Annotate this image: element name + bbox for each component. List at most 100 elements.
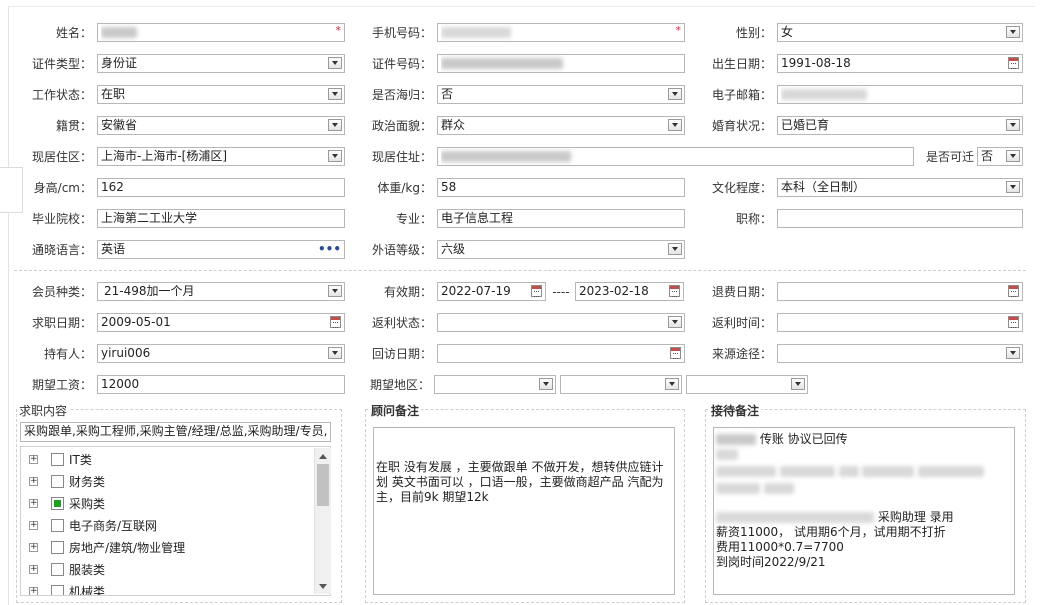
expand-icon[interactable]: + — [29, 565, 38, 574]
birth-date-field[interactable]: 1991-08-18 — [777, 54, 1023, 73]
phone-label: 手机号码： — [371, 26, 432, 40]
holder-select[interactable]: yirui006 — [97, 344, 345, 363]
expand-icon[interactable]: + — [29, 477, 38, 486]
relocate-label: 是否可迁 — [925, 150, 974, 164]
education-label: 文化程度： — [711, 181, 772, 195]
education-select[interactable]: 本科（全日制） — [777, 178, 1023, 197]
calendar-icon[interactable] — [669, 285, 680, 297]
chevron-down-icon[interactable] — [1006, 181, 1020, 193]
name-label: 姓名： — [55, 26, 92, 40]
apply-date-field[interactable]: 2009-05-01 — [97, 313, 345, 332]
email-field[interactable] — [777, 85, 1023, 104]
chevron-down-icon[interactable] — [668, 88, 682, 100]
id-type-select[interactable]: 身份证 — [97, 54, 345, 73]
expand-icon[interactable]: + — [29, 521, 38, 530]
source-select[interactable] — [777, 344, 1023, 363]
calendar-icon[interactable] — [1008, 285, 1019, 297]
checkbox[interactable] — [51, 475, 64, 488]
marital-select[interactable]: 已婚已育 — [777, 116, 1023, 135]
valid-to-field[interactable]: 2023-02-18 — [575, 282, 684, 301]
job-selected-field[interactable]: 采购跟单,采购工程师,采购主管/经理/总监,采购助理/专员,仓 — [20, 422, 331, 442]
job-category-tree[interactable]: + IT类 + 财务类 + 采购类 + 电子商务/互联网 + 房地产/建筑/物业… — [20, 446, 331, 596]
email-label: 电子邮箱： — [711, 88, 772, 102]
tree-item-label: 房地产/建筑/物业管理 — [69, 541, 186, 555]
chevron-down-icon[interactable] — [668, 316, 682, 328]
revisit-value — [441, 345, 664, 362]
chevron-down-icon[interactable] — [1006, 347, 1020, 359]
checkbox[interactable] — [51, 453, 64, 466]
member-type-select[interactable]: 21-498加一个月 — [97, 282, 345, 301]
tree-scrollbar[interactable] — [314, 448, 331, 594]
gender-select[interactable]: 女 — [777, 23, 1023, 42]
region-select[interactable]: 上海市-上海市-[杨浦区] — [97, 147, 345, 166]
chevron-down-icon[interactable] — [328, 88, 342, 100]
checkbox-checked[interactable] — [51, 497, 64, 510]
chevron-down-icon[interactable] — [328, 57, 342, 69]
expand-icon[interactable]: + — [29, 455, 38, 464]
member-type-value: 21-498加一个月 — [104, 284, 195, 298]
calendar-icon[interactable] — [531, 285, 542, 297]
calendar-icon[interactable] — [1008, 316, 1019, 328]
chevron-down-icon[interactable] — [328, 347, 342, 359]
chevron-down-icon[interactable] — [1006, 119, 1020, 131]
relocate-select[interactable]: 否 — [977, 147, 1023, 166]
tree-item-label: 电子商务/互联网 — [69, 519, 158, 533]
chevron-down-icon[interactable] — [791, 378, 805, 390]
id-no-label: 证件号码： — [371, 57, 432, 71]
calendar-icon[interactable] — [330, 316, 341, 328]
more-options-icon[interactable]: ••• — [318, 243, 341, 255]
area-city-select[interactable] — [560, 375, 682, 394]
chevron-down-icon[interactable] — [328, 119, 342, 131]
expand-icon[interactable]: + — [29, 587, 38, 595]
area-province-select[interactable] — [434, 375, 556, 394]
checkbox[interactable] — [51, 563, 64, 576]
language-field[interactable]: 英语 ••• — [97, 240, 345, 259]
overseas-label: 是否海归： — [371, 88, 432, 102]
expand-icon[interactable]: + — [29, 543, 38, 552]
scroll-thumb[interactable] — [317, 464, 329, 506]
chevron-down-icon[interactable] — [665, 378, 679, 390]
phone-field[interactable]: * — [437, 23, 685, 42]
expand-icon[interactable]: + — [29, 499, 38, 508]
name-field[interactable]: * — [97, 23, 345, 42]
calendar-icon[interactable] — [1008, 57, 1019, 69]
advisor-notes-textarea[interactable]: 在职 没有发展 ，主要做跟单 不做开发，想转供应链计划 英文书面可以 ，口语一般… — [373, 427, 675, 595]
lang-level-select[interactable]: 六级 — [437, 240, 685, 259]
height-field[interactable]: 162 — [97, 178, 345, 197]
chevron-down-icon[interactable] — [668, 243, 682, 255]
chevron-down-icon[interactable] — [1006, 150, 1020, 162]
refund-date-field[interactable] — [777, 282, 1023, 301]
rebate-status-select[interactable] — [437, 313, 685, 332]
checkbox[interactable] — [51, 585, 64, 595]
chevron-down-icon[interactable] — [1006, 26, 1020, 38]
chevron-down-icon[interactable] — [539, 378, 553, 390]
salary-field[interactable]: 12000 — [97, 375, 345, 394]
scroll-down-icon[interactable] — [319, 584, 327, 589]
checkbox[interactable] — [51, 541, 64, 554]
chevron-down-icon[interactable] — [328, 150, 342, 162]
revisit-date-field[interactable] — [437, 344, 685, 363]
native-select[interactable]: 安徽省 — [97, 116, 345, 135]
id-type-value: 身份证 — [101, 56, 138, 70]
address-field[interactable] — [437, 147, 914, 166]
weight-field[interactable]: 58 — [437, 178, 685, 197]
chevron-down-icon[interactable] — [328, 285, 342, 297]
work-status-select[interactable]: 在职 — [97, 85, 345, 104]
area-district-select[interactable] — [686, 375, 808, 394]
major-field[interactable]: 电子信息工程 — [437, 209, 685, 228]
rebate-time-field[interactable] — [777, 313, 1023, 332]
overseas-select[interactable]: 否 — [437, 85, 685, 104]
reception-notes-textarea[interactable]: 传账 协议已回传 采购助理 录用 薪资11000， 试用期6个月，试用期不打折 … — [713, 427, 1015, 595]
checkbox[interactable] — [51, 519, 64, 532]
scroll-up-icon[interactable] — [319, 454, 327, 459]
school-field[interactable]: 上海第二工业大学 — [97, 209, 345, 228]
id-no-field[interactable] — [437, 54, 685, 73]
calendar-icon[interactable] — [670, 347, 681, 359]
height-label: 身高/cm： — [33, 181, 92, 195]
valid-from-field[interactable]: 2022-07-19 — [437, 282, 546, 301]
title-field[interactable] — [777, 209, 1023, 228]
work-status-label: 工作状态： — [31, 88, 92, 102]
chevron-down-icon[interactable] — [668, 119, 682, 131]
reception-line-redacted — [716, 447, 1012, 462]
political-select[interactable]: 群众 — [437, 116, 685, 135]
